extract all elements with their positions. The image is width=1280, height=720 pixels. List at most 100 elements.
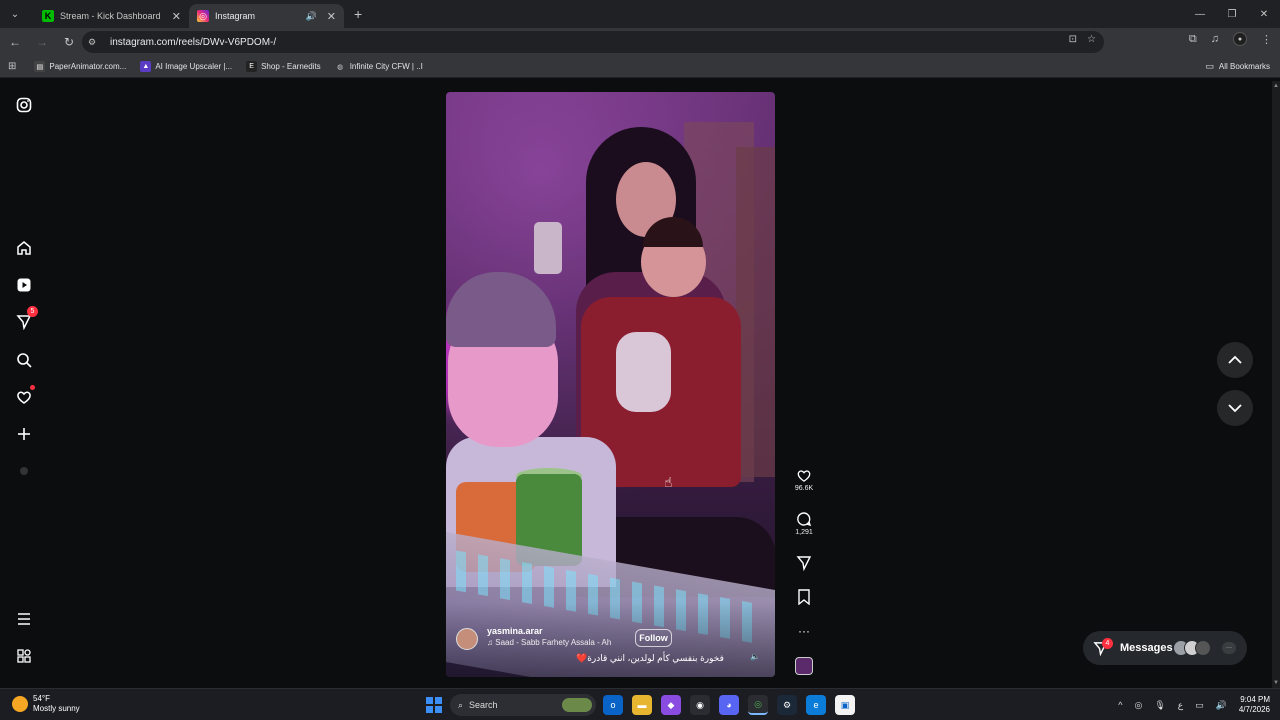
weather-widget[interactable]: 54°F Mostly sunny <box>12 694 80 714</box>
audio-thumbnail[interactable] <box>795 657 813 675</box>
store-icon[interactable]: ▣ <box>835 695 855 715</box>
volume-icon[interactable]: 🔈 <box>750 652 762 664</box>
search-icon: ⌕ <box>458 699 464 710</box>
share-button[interactable] <box>789 555 819 571</box>
media-control-icon[interactable]: ♫ <box>1211 33 1219 45</box>
comments-count: 1,291 <box>795 529 813 536</box>
volume-icon[interactable]: 🔊 <box>1216 700 1227 711</box>
notification-dot <box>30 385 35 390</box>
tab-search-button[interactable]: ⌄ <box>4 4 26 24</box>
m365-icon[interactable]: ◆ <box>661 695 681 715</box>
new-tab-button[interactable]: + <box>354 6 362 22</box>
messages-badge: 4 <box>1102 638 1113 649</box>
globe-icon: ◍ <box>337 63 344 71</box>
browser-toolbar: ← → ↻ ⚙ instagram.com/reels/DWv-V6PDOM-/… <box>0 28 1280 56</box>
microphone-icon[interactable]: 🎙 <box>1154 700 1165 711</box>
messages-label: Messages <box>1120 642 1173 654</box>
bookmark-favicon-icon: ▤ <box>34 61 46 72</box>
bookmark-label: PaperAnimator.com... <box>49 62 127 71</box>
date: 4/7/2026 <box>1238 705 1270 714</box>
app-tray-icon[interactable]: ◎ <box>1134 700 1142 711</box>
follow-button[interactable]: Follow <box>635 629 672 647</box>
close-icon[interactable]: ✕ <box>327 10 336 23</box>
search-label: Search <box>469 700 498 710</box>
apps-grid-icon[interactable]: ⊞ <box>8 61 16 72</box>
instagram-logo-icon[interactable] <box>14 95 34 115</box>
bookmark-item[interactable]: E Shop - Earnedits <box>246 61 321 72</box>
search-highlight-icon <box>562 698 592 712</box>
windows-start-icon[interactable] <box>426 697 442 713</box>
github-icon[interactable]: ◉ <box>690 695 710 715</box>
author-avatar[interactable] <box>456 628 478 650</box>
bookmark-label: Infinite City CFW | ..I <box>349 62 423 71</box>
site-info-icon[interactable]: ⚙ <box>88 37 102 48</box>
chevron-up-icon[interactable]: ^ <box>1118 700 1122 710</box>
outlook-icon[interactable]: o <box>603 695 623 715</box>
messages-more: ··· <box>1222 642 1236 654</box>
tab-instagram[interactable]: ◎ Instagram 🔊 ✕ <box>189 4 344 28</box>
like-button[interactable]: 96.6K <box>789 468 819 492</box>
save-button[interactable] <box>789 589 819 605</box>
instagram-icon: ◎ <box>197 10 209 22</box>
file-explorer-icon[interactable]: ▬ <box>632 695 652 715</box>
back-button[interactable]: ← <box>3 30 27 54</box>
chevron-down-icon <box>1228 404 1242 413</box>
heart-icon <box>797 470 811 482</box>
steam-icon[interactable]: ⚙ <box>777 695 797 715</box>
clock[interactable]: 9:04 PM 4/7/2026 <box>1239 695 1270 715</box>
profile-avatar-icon[interactable] <box>14 461 34 481</box>
chrome-icon[interactable]: ◎ <box>748 695 768 715</box>
profile-avatar[interactable]: ● <box>1233 32 1247 46</box>
direct-messages-icon[interactable]: 5 <box>14 306 38 332</box>
comment-icon <box>797 512 812 527</box>
likes-count: 96.6K <box>794 485 814 492</box>
also-from-meta-icon[interactable] <box>14 646 34 666</box>
forward-button[interactable]: → <box>30 30 54 54</box>
install-app-icon[interactable]: ⊡ <box>1069 34 1077 45</box>
close-icon[interactable]: ✕ <box>172 10 181 23</box>
author-username[interactable]: yasmina.arar <box>487 626 543 636</box>
create-plus-icon[interactable] <box>14 424 34 444</box>
taskbar-search[interactable]: ⌕ Search <box>450 694 596 716</box>
heart-icon[interactable] <box>14 385 35 407</box>
bookmark-item[interactable]: ▲ AI Image Upscaler |... <box>140 61 232 72</box>
more-menu-icon[interactable] <box>14 609 34 629</box>
home-icon[interactable] <box>14 238 34 258</box>
extensions-icon[interactable]: ⧉ <box>1189 33 1197 46</box>
discord-icon[interactable]: ◕ <box>719 695 739 715</box>
message-avatars <box>1173 640 1211 656</box>
bookmarks-bar: ⊞ ▤ PaperAnimator.com... ▲ AI Image Upsc… <box>0 56 1280 78</box>
restore-button[interactable]: ❐ <box>1216 0 1248 28</box>
menu-icon[interactable]: ⋮ <box>1261 33 1272 46</box>
all-bookmarks-button[interactable]: ▭ All Bookmarks <box>1205 61 1270 72</box>
bookmark-star-icon[interactable]: ☆ <box>1087 34 1096 45</box>
bookmark-item[interactable]: ▤ PaperAnimator.com... <box>34 61 126 72</box>
minimize-button[interactable]: — <box>1184 0 1216 28</box>
search-icon[interactable] <box>14 350 34 370</box>
reel-video[interactable] <box>446 92 775 677</box>
hand-cursor-icon: ☝ <box>664 474 673 490</box>
avatar <box>1195 640 1211 656</box>
send-icon <box>796 556 812 571</box>
reels-icon[interactable] <box>14 275 34 295</box>
close-window-button[interactable]: ✕ <box>1248 0 1280 28</box>
edge-icon[interactable]: e <box>806 695 826 715</box>
windows-taskbar: 54°F Mostly sunny ⌕ Search o ▬ ◆ ◉ ◕ ◎ ⚙… <box>0 688 1280 720</box>
scroll-down-arrow-icon[interactable]: ▼ <box>1273 680 1279 686</box>
previous-reel-button[interactable] <box>1217 342 1253 378</box>
language-icon[interactable]: ع <box>1178 700 1183 711</box>
tab-kick[interactable]: K Stream - Kick Dashboard ✕ <box>34 4 189 28</box>
tab-title: Instagram <box>215 11 256 21</box>
comment-button[interactable]: 1,291 <box>789 511 819 536</box>
music-info[interactable]: ♫ Saad - Sabb Farhety Assala - Ah <box>487 638 627 647</box>
scroll-up-arrow-icon[interactable]: ▲ <box>1273 83 1279 89</box>
more-options-icon[interactable]: ··· <box>789 624 819 638</box>
speaker-icon[interactable]: 🔊 <box>306 11 317 22</box>
reload-button[interactable]: ↻ <box>57 30 81 54</box>
page-scrollbar[interactable]: ▲ ▼ <box>1272 81 1280 688</box>
address-bar[interactable]: ⚙ instagram.com/reels/DWv-V6PDOM-/ ⊡ ☆ <box>82 31 1104 53</box>
network-icon[interactable]: ▭ <box>1195 700 1204 711</box>
tab-title: Stream - Kick Dashboard <box>60 11 161 21</box>
next-reel-button[interactable] <box>1217 390 1253 426</box>
bookmark-item[interactable]: ◍ Infinite City CFW | ..I <box>335 61 423 72</box>
